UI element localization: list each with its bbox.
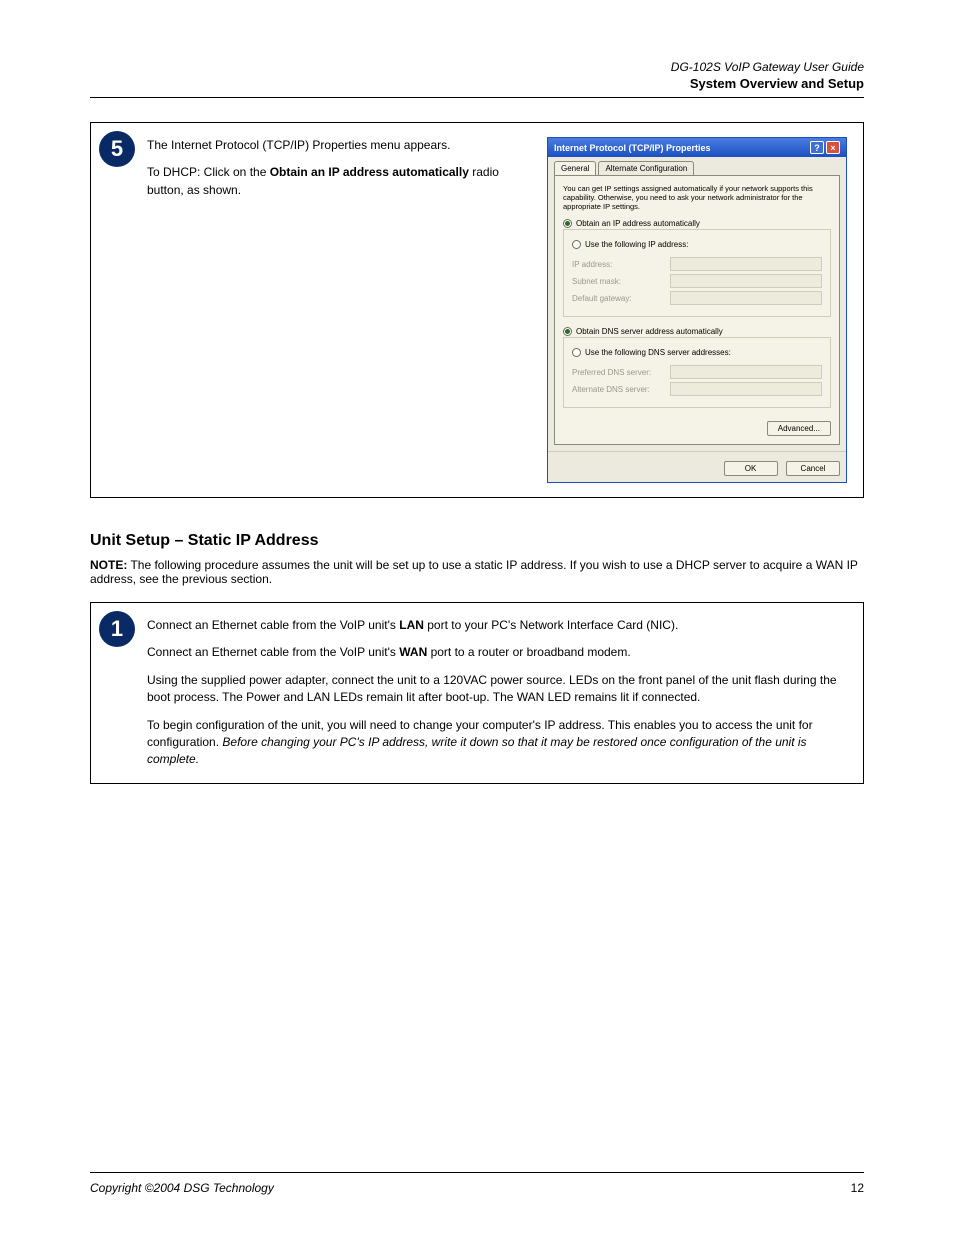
dialog-tabs: General Alternate Configuration <box>548 157 846 175</box>
t: port to your PC's Network Interface Card… <box>424 618 678 632</box>
note-text: The following procedure assumes the unit… <box>90 558 858 586</box>
alternate-dns-input[interactable] <box>670 382 822 396</box>
section-title: System Overview and Setup <box>90 76 864 91</box>
field-alternate-dns: Alternate DNS server: <box>572 382 822 396</box>
radio-dns-manual[interactable]: Use the following DNS server addresses: <box>572 348 735 357</box>
tcpip-dialog-screenshot: Internet Protocol (TCP/IP) Properties ? … <box>547 137 847 483</box>
doc-title: DG-102S VoIP Gateway User Guide <box>90 60 864 74</box>
copyright: Copyright ©2004 DSG Technology <box>90 1181 274 1195</box>
header-divider <box>90 97 864 98</box>
ip-fieldset: Use the following IP address: IP address… <box>563 229 831 317</box>
radio-label: Obtain an IP address automatically <box>576 219 700 228</box>
section-note: NOTE: The following procedure assumes th… <box>90 558 864 586</box>
dialog-body: You can get IP settings assigned automat… <box>554 175 840 445</box>
field-label: IP address: <box>572 260 664 269</box>
footer-divider <box>90 1172 864 1173</box>
help-button[interactable]: ? <box>810 141 824 154</box>
radio-icon <box>563 219 572 228</box>
step-5-text: The Internet Protocol (TCP/IP) Propertie… <box>147 137 527 483</box>
step5-p1: The Internet Protocol (TCP/IP) Propertie… <box>147 137 527 154</box>
field-label: Alternate DNS server: <box>572 385 664 394</box>
step5-p2b: Obtain an IP address automatically <box>270 165 469 179</box>
dialog-title: Internet Protocol (TCP/IP) Properties <box>554 143 711 153</box>
dns-fieldset: Use the following DNS server addresses: … <box>563 337 831 408</box>
step-1-box: 1 Connect an Ethernet cable from the VoI… <box>90 602 864 784</box>
t: Before changing your PC's IP address, wr… <box>147 735 807 766</box>
tab-alternate-config[interactable]: Alternate Configuration <box>598 161 694 175</box>
step5-p2: To DHCP: Click on the Obtain an IP addre… <box>147 164 527 199</box>
radio-ip-manual[interactable]: Use the following IP address: <box>572 240 692 249</box>
close-button[interactable]: × <box>826 141 840 154</box>
radio-icon <box>572 348 581 357</box>
t: WAN <box>399 645 427 659</box>
step-5-box: 5 The Internet Protocol (TCP/IP) Propert… <box>90 122 864 498</box>
step-1-text: Connect an Ethernet cable from the VoIP … <box>147 617 847 769</box>
field-preferred-dns: Preferred DNS server: <box>572 365 822 379</box>
advanced-button[interactable]: Advanced... <box>767 421 831 436</box>
radio-ip-auto[interactable]: Obtain an IP address automatically <box>563 219 831 228</box>
t: LAN <box>399 618 424 632</box>
t: port to a router or broadband modem. <box>427 645 630 659</box>
page-footer: Copyright ©2004 DSG Technology 12 <box>90 1172 864 1195</box>
ip-address-input[interactable] <box>670 257 822 271</box>
t: Connect an Ethernet cable from the VoIP … <box>147 618 399 632</box>
ok-button[interactable]: OK <box>724 461 778 476</box>
page-header: DG-102S VoIP Gateway User Guide System O… <box>90 60 864 91</box>
field-label: Default gateway: <box>572 294 664 303</box>
step1-p1: Connect an Ethernet cable from the VoIP … <box>147 617 847 634</box>
page-number: 12 <box>851 1181 864 1195</box>
radio-label: Use the following IP address: <box>585 240 688 249</box>
note-label: NOTE: <box>90 558 127 572</box>
step5-p2a: To DHCP: Click on the <box>147 165 270 179</box>
radio-icon <box>563 327 572 336</box>
field-label: Subnet mask: <box>572 277 664 286</box>
field-label: Preferred DNS server: <box>572 368 664 377</box>
radio-label: Use the following DNS server addresses: <box>585 348 731 357</box>
dialog-titlebar: Internet Protocol (TCP/IP) Properties ? … <box>548 138 846 157</box>
default-gateway-input[interactable] <box>670 291 822 305</box>
radio-icon <box>572 240 581 249</box>
radio-label: Obtain DNS server address automatically <box>576 327 723 336</box>
tcpip-dialog: Internet Protocol (TCP/IP) Properties ? … <box>547 137 847 483</box>
step-badge-5: 5 <box>99 131 135 167</box>
tab-general[interactable]: General <box>554 161 596 175</box>
cancel-button[interactable]: Cancel <box>786 461 840 476</box>
preferred-dns-input[interactable] <box>670 365 822 379</box>
field-default-gateway: Default gateway: <box>572 291 822 305</box>
step1-p3: Using the supplied power adapter, connec… <box>147 672 847 707</box>
radio-dns-auto[interactable]: Obtain DNS server address automatically <box>563 327 831 336</box>
subnet-mask-input[interactable] <box>670 274 822 288</box>
t: Connect an Ethernet cable from the VoIP … <box>147 645 399 659</box>
step1-p2: Connect an Ethernet cable from the VoIP … <box>147 644 847 661</box>
section-heading: Unit Setup – Static IP Address <box>90 532 864 550</box>
step1-p4: To begin configuration of the unit, you … <box>147 717 847 769</box>
field-ip-address: IP address: <box>572 257 822 271</box>
dialog-description: You can get IP settings assigned automat… <box>563 184 831 211</box>
step-badge-1: 1 <box>99 611 135 647</box>
dialog-footer: OK Cancel <box>548 451 846 482</box>
field-subnet-mask: Subnet mask: <box>572 274 822 288</box>
